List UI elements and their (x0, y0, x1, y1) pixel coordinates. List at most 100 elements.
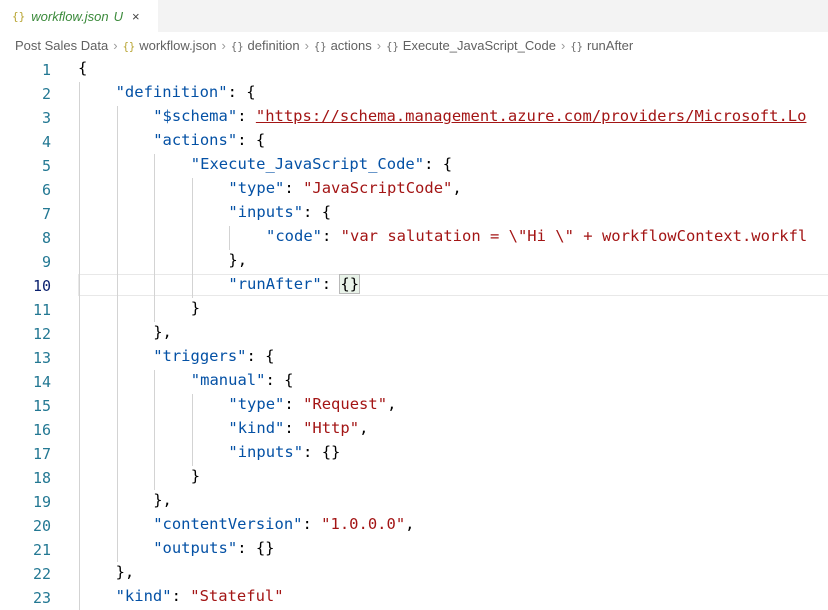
line-number: 15 (32, 397, 51, 415)
json-punctuation: : (237, 107, 256, 125)
line-number: 3 (41, 109, 51, 127)
code-line[interactable]: 7 "inputs": { (0, 202, 828, 226)
line-number: 10 (32, 277, 51, 295)
indent-guide (191, 394, 193, 466)
editor-tab-bar: {} workflow.json U × (0, 0, 828, 32)
line-number: 22 (32, 565, 51, 583)
indent-guide (229, 226, 231, 250)
json-punctuation: : { (265, 371, 294, 389)
line-number: 11 (32, 301, 51, 319)
indent-guide (79, 82, 80, 610)
breadcrumb: Post Sales Data › {} workflow.json › {} de… (15, 36, 633, 54)
code-line[interactable]: 2 "definition": { (0, 82, 828, 106)
json-key: "triggers" (153, 347, 247, 365)
code-line[interactable]: 20 "contentVersion": "1.0.0.0", (0, 514, 828, 538)
line-number: 18 (32, 469, 51, 487)
json-key: "kind" (228, 419, 285, 437)
json-punctuation: : { (237, 131, 266, 149)
current-line-highlight (78, 274, 828, 296)
code-line[interactable]: 18} (0, 466, 828, 490)
json-string[interactable]: "https://schema.management.azure.com/pro… (256, 107, 807, 125)
code-text: } (191, 467, 200, 485)
line-number: 19 (32, 493, 51, 511)
chevron-right-icon: › (560, 37, 566, 53)
json-braces-icon: {} (12, 9, 26, 23)
line-number: 9 (41, 253, 51, 271)
breadcrumb-definition[interactable]: {} definition (231, 38, 300, 53)
json-punctuation: : {} (237, 539, 275, 557)
code-line[interactable]: 12}, (0, 322, 828, 346)
line-number: 23 (32, 589, 51, 607)
code-line[interactable]: 19}, (0, 490, 828, 514)
json-punctuation: }, (115, 563, 135, 581)
line-number: 1 (41, 61, 51, 79)
line-number: 21 (32, 541, 51, 559)
json-key: "inputs" (228, 443, 304, 461)
code-text: }, (153, 491, 172, 509)
object-braces-icon: {} (386, 40, 399, 53)
chevron-right-icon: › (376, 37, 382, 53)
breadcrumb-execute-javascript-code[interactable]: {} Execute_JavaScript_Code (386, 38, 556, 53)
code-line[interactable]: 16 "kind": "Http", (0, 418, 828, 442)
close-icon[interactable]: × (132, 9, 140, 24)
code-line[interactable]: 8 "code": "var salutation = \"Hi \" + wor… (0, 226, 828, 250)
code-line[interactable]: 4 "actions": { (0, 130, 828, 154)
tab-filename: workflow.json (31, 8, 109, 24)
code-line[interactable]: 11} (0, 298, 828, 322)
code-text: "runAfter": {} (228, 274, 361, 294)
code-line[interactable]: 9}, (0, 250, 828, 274)
code-editor[interactable]: 1{2 "definition": {3 "$schema": "https://s… (0, 56, 828, 610)
code-text: "code": "var salutation = \"Hi \" + work… (266, 227, 807, 245)
indent-guide (154, 370, 156, 490)
code-line[interactable]: 14 "manual": { (0, 370, 828, 394)
code-line[interactable]: 22}, (0, 562, 828, 586)
tab-workflow-json[interactable]: {} workflow.json U × (0, 0, 158, 32)
json-key: "Execute_JavaScript_Code" (190, 155, 425, 173)
json-string: "var salutation = \"Hi \" + workflowCont… (340, 227, 808, 245)
json-punctuation: } (190, 467, 201, 485)
code-text: "outputs": {} (153, 539, 274, 557)
breadcrumb-actions[interactable]: {} actions (314, 38, 372, 53)
code-text: "type": "Request", (228, 395, 396, 413)
json-string: "JavaScriptCode" (303, 179, 453, 197)
matched-bracket: {} (339, 274, 361, 294)
json-string: "1.0.0.0" (321, 515, 406, 533)
code-line[interactable]: 15 "type": "Request", (0, 394, 828, 418)
code-line[interactable]: 6 "type": "JavaScriptCode", (0, 178, 828, 202)
json-punctuation: }, (153, 491, 172, 509)
line-number: 17 (32, 445, 51, 463)
chevron-right-icon: › (221, 37, 226, 53)
untracked-marker: U (113, 8, 123, 24)
chevron-right-icon: › (304, 37, 309, 53)
json-punctuation: : (321, 275, 341, 293)
code-text: "type": "JavaScriptCode", (228, 179, 461, 197)
breadcrumb-folder[interactable]: Post Sales Data (15, 38, 108, 53)
code-line[interactable]: 10 "runAfter": {} (0, 274, 828, 298)
code-line[interactable]: 1{ (0, 58, 828, 82)
json-key: "outputs" (153, 539, 238, 557)
json-punctuation: , (387, 395, 397, 413)
code-line[interactable]: 13 "triggers": { (0, 346, 828, 370)
breadcrumb-runafter[interactable]: {} runAfter (570, 38, 633, 53)
code-text: "manual": { (191, 371, 294, 389)
json-punctuation: : (284, 395, 304, 413)
json-punctuation: , (359, 419, 369, 437)
line-number: 20 (32, 517, 51, 535)
code-line[interactable]: 23 "kind": "Stateful" (0, 586, 828, 610)
json-punctuation: : (171, 587, 191, 605)
code-line[interactable]: 21 "outputs": {} (0, 538, 828, 562)
line-number: 16 (32, 421, 51, 439)
line-number: 14 (32, 373, 51, 391)
json-punctuation: : (284, 419, 304, 437)
code-line[interactable]: 17 "inputs": {} (0, 442, 828, 466)
json-punctuation: : {} (303, 443, 341, 461)
code-text: }, (116, 563, 135, 581)
code-line[interactable]: 5 "Execute_JavaScript_Code": { (0, 154, 828, 178)
breadcrumb-file[interactable]: {} workflow.json (123, 38, 217, 53)
json-punctuation: } (190, 299, 201, 317)
code-line[interactable]: 3 "$schema": "https://schema.management.a… (0, 106, 828, 130)
json-key: "actions" (153, 131, 238, 149)
json-braces-icon: {} (122, 40, 136, 53)
line-number: 4 (41, 133, 51, 151)
json-key: "definition" (115, 83, 228, 101)
